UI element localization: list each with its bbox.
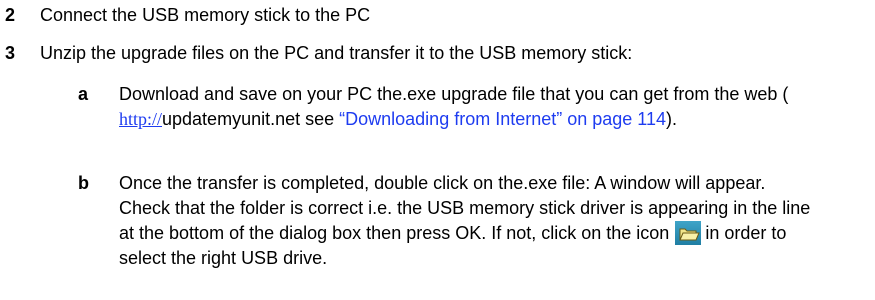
downloading-from-internet-link[interactable]: “Downloading from Internet” on page 114 xyxy=(339,109,666,129)
substep-letter: b xyxy=(78,173,89,193)
step-text: Connect the USB memory stick to the PC xyxy=(40,5,371,25)
step-number: 3 xyxy=(5,43,16,63)
http-link[interactable]: http:// xyxy=(119,109,162,129)
substep-text-mid: updatemyunit.net see xyxy=(162,109,340,129)
folder-icon[interactable] xyxy=(675,221,702,245)
substep-text: Download and save on your PC the.exe upg… xyxy=(119,82,819,132)
substep-text-end: ). xyxy=(666,109,678,129)
substep-letter: a xyxy=(78,84,89,104)
substep-text-start: Download and save on your PC the.exe upg… xyxy=(119,84,789,104)
step-number: 2 xyxy=(5,5,16,25)
step-text: Unzip the upgrade files on the PC and tr… xyxy=(40,43,633,63)
substep-text: Once the transfer is completed, double c… xyxy=(119,171,819,271)
